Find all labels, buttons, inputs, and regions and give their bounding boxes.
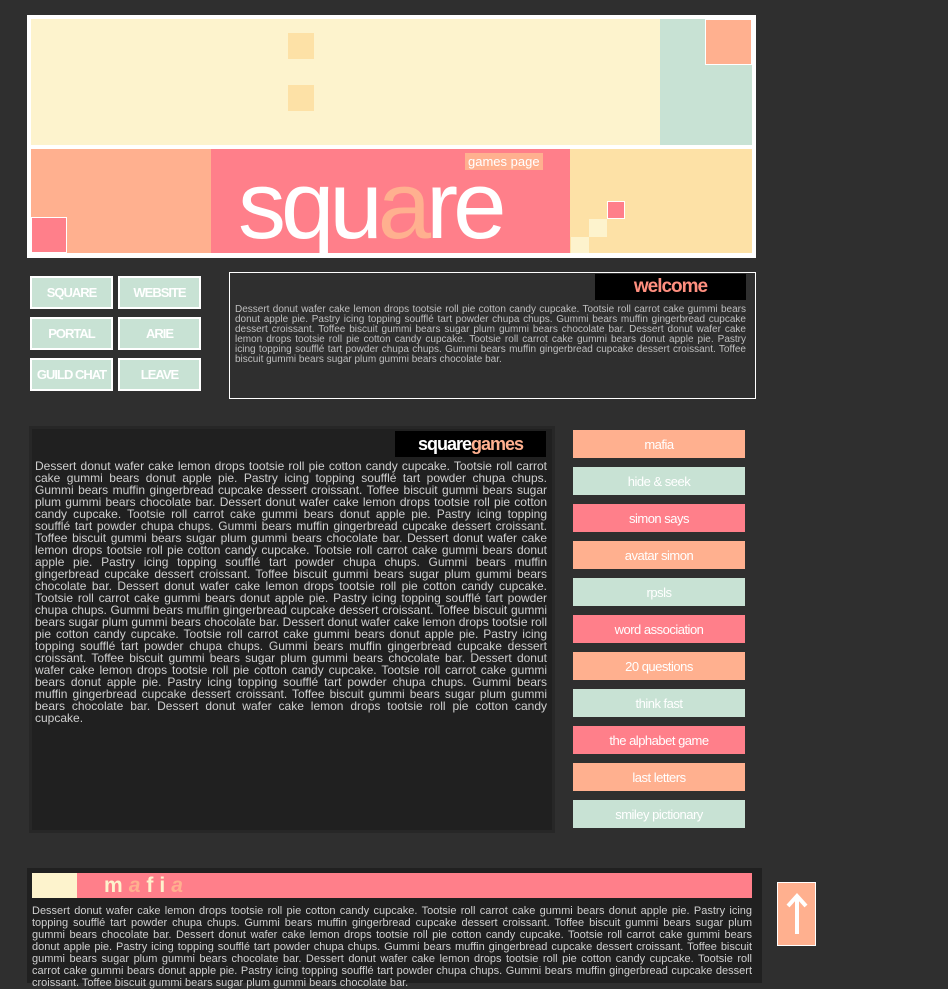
logo-text-accent: a	[377, 152, 431, 259]
site-logo[interactable]: square	[238, 158, 507, 254]
mafia-title-a2: a	[171, 874, 189, 897]
arrow-up-icon	[786, 893, 807, 934]
mafia-title-m: m	[104, 874, 129, 897]
mafia-section: mafia Dessert donut wafer cake lemon dro…	[27, 868, 762, 989]
game-button-think-fast[interactable]: think fast	[572, 688, 746, 718]
banner-pixel	[288, 33, 301, 59]
game-button-20-questions[interactable]: 20 questions	[572, 651, 746, 681]
game-button-rpsls[interactable]: rpsls	[572, 577, 746, 607]
welcome-text: Dessert donut wafer cake lemon drops too…	[235, 304, 746, 365]
welcome-title: welcome	[595, 274, 746, 300]
welcome-panel: welcome Dessert donut wafer cake lemon d…	[229, 272, 756, 399]
nav-button-square[interactable]: SQUARE	[30, 276, 113, 309]
logo-text-start: squ	[238, 152, 383, 259]
banner-pixel	[301, 85, 314, 111]
mafia-text: Dessert donut wafer cake lemon drops too…	[32, 905, 752, 989]
game-button-word-association[interactable]: word association	[572, 614, 746, 644]
back-to-top-button[interactable]	[777, 882, 816, 946]
mafia-title: mafia	[104, 874, 189, 898]
banner-pixel	[589, 219, 607, 237]
main-title: squaregames	[395, 431, 546, 457]
mafia-bar-accent	[32, 873, 77, 898]
game-button-mafia[interactable]: mafia	[572, 429, 746, 459]
banner-block-pink-square	[31, 217, 67, 253]
mafia-title-fi: fi	[146, 874, 172, 897]
game-button-simon-says[interactable]: simon says	[572, 503, 746, 533]
main-text: Dessert donut wafer cake lemon drops too…	[35, 459, 547, 725]
banner-block-butter-right	[570, 149, 752, 253]
game-button-avatar-simon[interactable]: avatar simon	[572, 540, 746, 570]
banner-pixel	[301, 33, 314, 59]
banner-block-cream-left	[31, 19, 301, 145]
banner-block-cream-center	[301, 19, 660, 145]
mafia-title-bar: mafia	[32, 873, 752, 898]
banner-pixel	[571, 237, 589, 253]
nav-button-portal[interactable]: PORTAL	[30, 317, 113, 350]
nav-button-website[interactable]: WEBSITE	[118, 276, 201, 309]
main-title-white: square	[417, 434, 472, 454]
nav-button-arie[interactable]: ARIE	[118, 317, 201, 350]
game-button-the-alphabet-game[interactable]: the alphabet game	[572, 725, 746, 755]
logo-text-end: re	[426, 152, 506, 259]
banner-pixel	[288, 85, 301, 111]
main-title-accent: games	[470, 434, 524, 454]
nav-button-leave[interactable]: LEAVE	[118, 358, 201, 391]
nav-button-guild-chat[interactable]: GUILD CHAT	[30, 358, 113, 391]
game-button-hide-seek[interactable]: hide & seek	[572, 466, 746, 496]
game-button-smiley-pictionary[interactable]: smiley pictionary	[572, 799, 746, 829]
game-button-last-letters[interactable]: last letters	[572, 762, 746, 792]
banner-block-peach-square	[705, 19, 752, 65]
main-content-panel: squaregames Dessert donut wafer cake lem…	[29, 426, 555, 833]
mafia-title-a: a	[128, 874, 147, 897]
banner-pixel	[607, 201, 625, 219]
